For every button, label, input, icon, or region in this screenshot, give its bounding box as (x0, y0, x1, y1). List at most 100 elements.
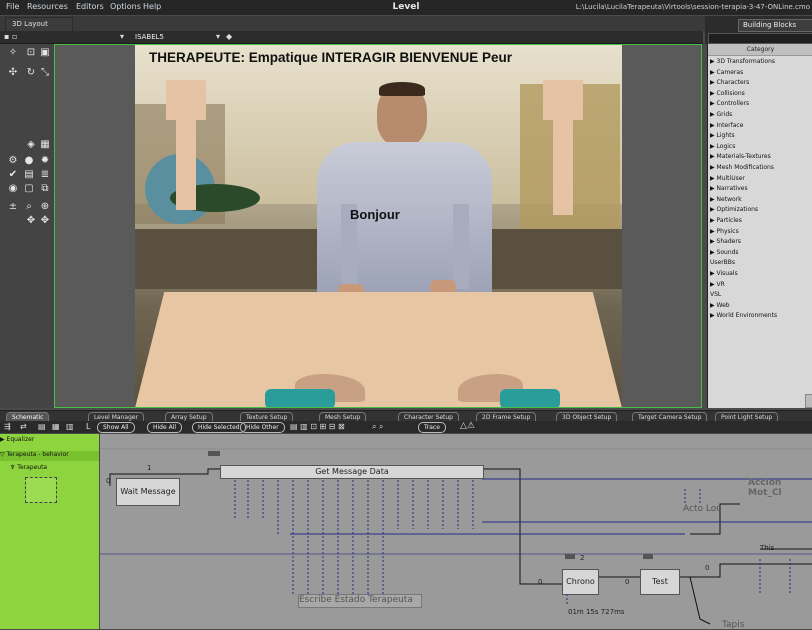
sun-icon[interactable]: ✹ (40, 156, 50, 166)
tab-building-blocks[interactable]: Building Blocks (738, 19, 812, 32)
file-path: L:\Lucila\LucilaTerapeuta\Virtools\sessi… (575, 3, 810, 11)
select-icon[interactable]: ✧ (8, 48, 18, 58)
bb-category-item[interactable]: ▶ Controllers (710, 99, 810, 109)
bb-category-item[interactable]: ▶ Cameras (710, 68, 810, 78)
bb-category-label: Materials-Textures (716, 153, 771, 161)
pan-icon[interactable]: ⊕ (40, 202, 50, 212)
script-thumbnail[interactable] (25, 477, 57, 503)
hide-selected-button[interactable]: Hide Selected (192, 422, 246, 433)
bb-category-item[interactable]: ▶ Optimizations (710, 205, 810, 215)
copy-icon[interactable]: ⧉ (40, 184, 50, 194)
schematic-toolbar: ⇶ ⇄ ▤ ▦ ▥ L Show All Hide All Hide Selec… (0, 421, 812, 433)
bb-category-item[interactable]: ▶ Sounds (710, 248, 810, 258)
dolly-icon[interactable]: ✥ (40, 216, 50, 226)
bb-category-item[interactable]: ▶ Mesh Modifications (710, 163, 810, 173)
block-test[interactable]: Test (640, 569, 680, 595)
bb-category-header: Category (708, 44, 812, 56)
bb-category-item[interactable]: VSL (710, 290, 810, 300)
camera-icon[interactable]: ▪ (4, 32, 9, 41)
toolbar-icon[interactable]: ⇄ (20, 422, 27, 431)
block-accion-mot[interactable]: Accion Mot_Cl (748, 478, 812, 498)
bb-category-item[interactable]: ▶ Particles (710, 216, 810, 226)
link-delay-label: 0 (705, 564, 710, 572)
box-icon[interactable]: ▢ (24, 184, 34, 194)
hide-all-button[interactable]: Hide All (147, 422, 183, 433)
circle-icon[interactable]: ◉ (8, 184, 18, 194)
rotate-icon[interactable]: ↻ (26, 68, 36, 78)
block-wait-message[interactable]: Wait Message (116, 478, 180, 506)
bb-category-item[interactable]: ▶ MultiUser (710, 174, 810, 184)
gear-icon[interactable]: ⚙ (8, 156, 18, 166)
grid-icon[interactable]: ⊡ (26, 48, 36, 58)
toolbar-icon[interactable]: ▤ (38, 422, 46, 431)
light-icon[interactable]: ● (24, 156, 34, 166)
3d-viewport[interactable]: THERAPEUTE: Empatique INTERAGIR BIENVENU… (54, 44, 702, 408)
hide-other-button[interactable]: Hide Other (240, 422, 285, 433)
hierarchy-item-behavior[interactable]: ▽ Terapeuta - behavior (0, 451, 99, 461)
bb-category-label: Visuals (716, 270, 738, 277)
toolbar-icon[interactable]: ▤ ▥ ⊡ ⊞ ⊟ ⊠ (290, 422, 345, 431)
bb-category-item[interactable]: ▶ Grids (710, 110, 810, 120)
bb-category-label: UserBBs (710, 259, 736, 267)
block-escribe-estado[interactable]: Escribe Estado Terapeuta (298, 594, 422, 608)
camera-select[interactable]: ISABEL5 (100, 33, 164, 41)
bb-search[interactable] (708, 33, 812, 44)
block-get-message-data[interactable]: Get Message Data (220, 465, 484, 479)
camera-icon[interactable]: ▤ (24, 170, 34, 180)
bb-category-label: Particles (716, 217, 742, 224)
bb-category-item[interactable]: UserBBs (710, 258, 810, 268)
trace-button[interactable]: Trace (418, 422, 446, 433)
lock-icon[interactable]: ◆ (226, 32, 232, 41)
bb-category-item[interactable]: ▶ Web (710, 301, 810, 311)
toolbar-icon[interactable]: L (86, 422, 90, 431)
move-icon[interactable]: ✣ (8, 68, 18, 78)
bb-category-label: Controllers (716, 100, 750, 108)
scrollbar-arrow[interactable] (805, 394, 812, 408)
schematic-canvas[interactable]: Wait Message Get Message Data Accion Mot… (100, 434, 812, 630)
scale-icon[interactable]: ⤡ (40, 68, 50, 78)
chevron-down-icon[interactable]: ▾ (216, 32, 220, 41)
show-all-button[interactable]: Show All (97, 422, 135, 433)
grid-view-icon[interactable]: ▦ (40, 140, 50, 150)
bb-category-item[interactable]: ▶ Collisions (710, 89, 810, 99)
block-this[interactable]: This (760, 544, 774, 552)
bb-category-item[interactable]: ▶ Interface (710, 121, 810, 131)
text-icon[interactable]: ± (8, 202, 18, 212)
bb-category-item[interactable]: ▶ Network (710, 195, 810, 205)
bb-category-label: World Environments (716, 312, 778, 320)
tab-3d-layout[interactable]: 3D Layout (5, 17, 73, 32)
bb-category-item[interactable]: ▶ Lights (710, 131, 810, 141)
block-acto-loc[interactable]: Acto Loc (683, 504, 721, 514)
bb-category-label: Collisions (716, 89, 745, 97)
toolbar-icon[interactable]: ▥ (66, 422, 74, 431)
layers-icon[interactable]: ▣ (40, 48, 50, 58)
bb-category-label: Mesh Modifications (716, 164, 774, 171)
list-icon[interactable]: ≣ (40, 170, 50, 180)
search-icon[interactable]: ⌕ ⌕ (372, 422, 384, 432)
bb-category-item[interactable]: ▶ Shaders (710, 237, 810, 247)
bb-category-item[interactable]: ▶ Physics (710, 227, 810, 237)
bb-category-item[interactable]: ▶ Characters (710, 78, 810, 88)
hierarchy-item-label: Equalizer (6, 436, 35, 443)
view-icon[interactable]: ▫ (12, 32, 17, 41)
bb-category-item[interactable]: ▶ 3D Transformations (710, 57, 810, 67)
bb-category-item[interactable]: ▶ VR (710, 280, 810, 290)
hierarchy-item-equalizer[interactable]: ▶ Equalizer (0, 436, 99, 446)
hierarchy-item-terapeuta[interactable]: ♆ Terapeuta (10, 464, 47, 471)
bb-category-item[interactable]: ▶ Logics (710, 142, 810, 152)
hierarchy-item-label: Terapeuta - behavior (6, 451, 69, 458)
block-chrono[interactable]: Chrono (562, 569, 599, 595)
bb-category-item[interactable]: ▶ Visuals (710, 269, 810, 279)
bb-category-item[interactable]: ▶ Narratives (710, 184, 810, 194)
eye-icon[interactable]: ◈ (26, 140, 36, 150)
orbit-icon[interactable]: ✥ (26, 216, 36, 226)
zoom-icon[interactable]: ⌕ (24, 202, 34, 212)
warning-icon[interactable]: △⚠ (460, 421, 475, 431)
toolbar-icon[interactable]: ▦ (52, 422, 60, 431)
link-delay-label: 0 (625, 578, 630, 586)
bb-category-item[interactable]: ▶ World Environments (710, 311, 810, 321)
tabbar-bg (0, 16, 705, 31)
toolbar-icon[interactable]: ⇶ (4, 422, 11, 431)
check-icon[interactable]: ✔ (8, 170, 18, 180)
bb-category-item[interactable]: ▶ Materials-Textures (710, 152, 810, 162)
